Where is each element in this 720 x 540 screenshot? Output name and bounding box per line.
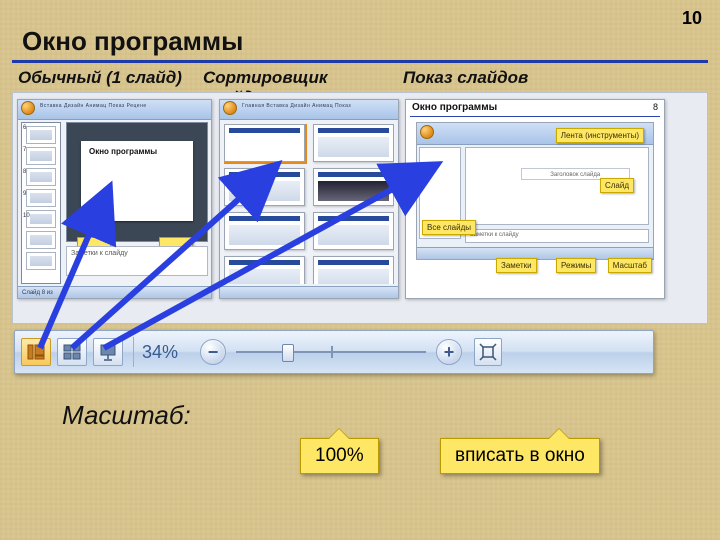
status-bar [220,286,398,298]
view-normal-button[interactable] [21,338,51,366]
slide-title-text: Окно программы [89,147,157,156]
tag-zoom: Масштаб [608,258,652,273]
tag-slide: Слайд [600,178,634,193]
tag-notes: Заметки [496,258,537,273]
thumb-sorter-view: Главная Вставка Дизайн Анимац Показ [219,99,399,299]
ribbon-tabs: Вставка Дизайн Анимац Показ Рецене [40,103,147,109]
thumb3-pagenum: 8 [653,102,658,112]
ribbon-tabs: Главная Вставка Дизайн Анимац Показ [242,103,351,109]
callout-fit: вписать в окно [440,438,600,474]
title-underline [12,60,708,63]
slide-panel: 6 7 8 9 10 [21,122,61,284]
thumbnail-band: Вставка Дизайн Анимац Показ Рецене 6 7 8… [12,92,708,324]
tag-modes: Режимы [556,258,596,273]
slide-canvas: Окно программы [81,141,193,221]
notes-pane: Заметки к слайду [465,229,649,243]
zoom-percentage[interactable]: 34% [142,342,190,363]
sorter-grid [224,124,394,284]
office-orb-icon [420,125,434,139]
zoom-status-bar: 34% − + [14,330,654,374]
view-slideshow-button[interactable] [93,338,123,366]
thumb3-rule [410,116,660,117]
tag-ribbon: Лента (инструменты) [556,128,644,143]
thumb-normal-view: Вставка Дизайн Анимац Показ Рецене 6 7 8… [17,99,212,299]
scale-label: Масштаб: [62,400,191,431]
callout-100pct: 100% [300,438,379,474]
zoom-slider[interactable] [236,342,426,362]
notes-pane: Заметки к слайду [66,246,208,276]
page-title: Окно программы [22,26,243,57]
zoom-out-button[interactable]: − [200,339,226,365]
zoom-slider-thumb[interactable] [282,344,294,362]
status-bar: Слайд 8 из [18,286,211,298]
fit-to-window-button[interactable] [474,338,502,366]
thumb3-title: Окно программы [412,102,497,113]
ribbon: Главная Вставка Дизайн Анимац Показ [220,100,398,120]
thumb-slideshow-annotated: Окно программы 8 Заголовок слайда Заметк… [405,99,665,299]
editor-area: Окно программы [66,122,208,242]
page-number: 10 [682,8,702,29]
office-orb-icon [223,101,237,115]
tag-all-slides: Все слайды [422,220,476,235]
office-orb-icon [21,101,35,115]
view-sorter-button[interactable] [57,338,87,366]
separator [133,337,134,367]
ribbon: Вставка Дизайн Анимац Показ Рецене [18,100,211,120]
zoom-in-button[interactable]: + [436,339,462,365]
